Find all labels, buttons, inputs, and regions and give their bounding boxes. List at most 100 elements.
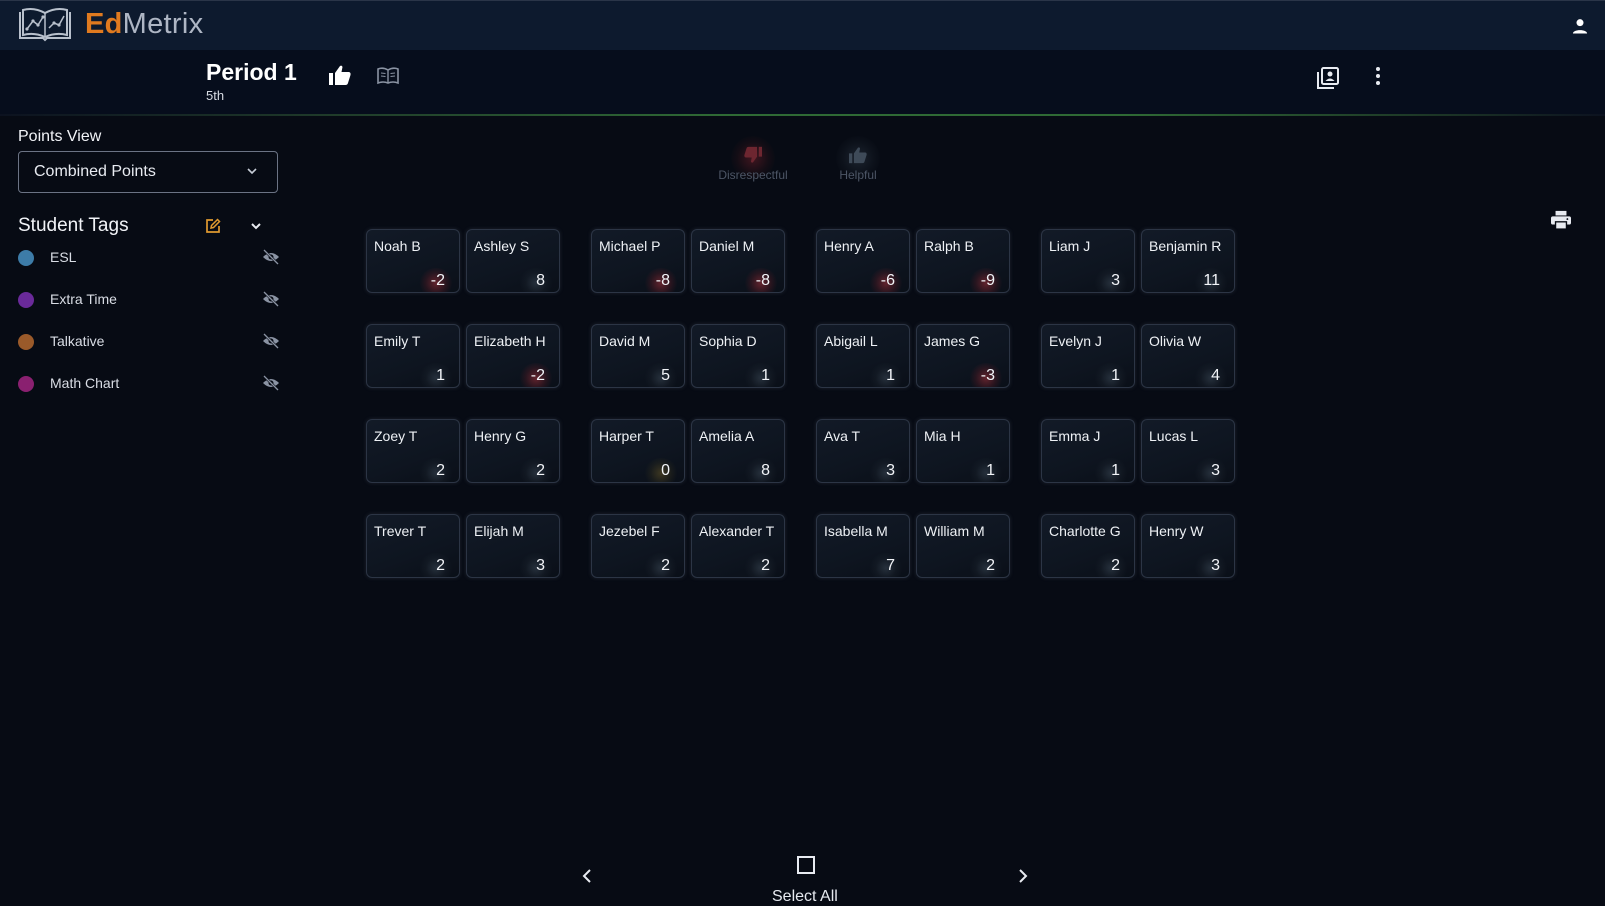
student-name: Henry W <box>1149 523 1204 539</box>
student-card[interactable]: Harper T 0 <box>591 419 685 483</box>
student-name: Henry A <box>824 238 874 254</box>
student-card[interactable]: Ava T 3 <box>816 419 910 483</box>
student-points: 8 <box>761 462 770 479</box>
student-points: 4 <box>1211 367 1220 384</box>
student-card[interactable]: Alexander T 2 <box>691 514 785 578</box>
tag-item-extra-time[interactable]: Extra Time <box>18 288 280 312</box>
student-card[interactable]: Liam J 3 <box>1041 229 1135 293</box>
student-card[interactable]: Daniel M -8 <box>691 229 785 293</box>
student-name: Emma J <box>1049 428 1101 444</box>
student-card[interactable]: William M 2 <box>916 514 1010 578</box>
page-subtitle: 5th <box>206 88 225 103</box>
edit-tags-icon[interactable] <box>205 218 221 239</box>
app-logo[interactable]: EdMetrix <box>17 6 203 42</box>
student-points: -8 <box>655 272 670 289</box>
student-card[interactable]: Abigail L 1 <box>816 324 910 388</box>
student-card[interactable]: Olivia W 4 <box>1141 324 1235 388</box>
student-name: Evelyn J <box>1049 333 1102 349</box>
student-card[interactable]: Henry W 3 <box>1141 514 1235 578</box>
student-card[interactable]: Henry A -6 <box>816 229 910 293</box>
student-card[interactable]: Emma J 1 <box>1041 419 1135 483</box>
student-points: 3 <box>1211 462 1220 479</box>
class-header: Period 1 5th <box>0 50 1605 116</box>
disrespectful-button[interactable]: Disrespectful <box>713 134 793 188</box>
student-card[interactable]: David M 5 <box>591 324 685 388</box>
student-card[interactable]: Charlotte G 2 <box>1041 514 1135 578</box>
student-name: Ava T <box>824 428 861 444</box>
student-name: Trever T <box>374 523 427 539</box>
chevron-down-icon <box>247 168 257 175</box>
student-name: Olivia W <box>1149 333 1202 349</box>
brand-ed: Ed <box>85 7 123 40</box>
student-name: David M <box>599 333 651 349</box>
account-icon[interactable] <box>1570 16 1590 41</box>
student-card[interactable]: Mia H 1 <box>916 419 1010 483</box>
points-view-select[interactable]: Combined Points <box>18 151 278 193</box>
chevron-left-icon[interactable] <box>581 868 593 889</box>
student-card[interactable]: Zoey T 2 <box>366 419 460 483</box>
thumb-up-icon[interactable] <box>328 64 352 91</box>
student-name: James G <box>924 333 981 349</box>
eye-off-icon[interactable] <box>262 291 280 307</box>
student-card[interactable]: Isabella M 7 <box>816 514 910 578</box>
student-points: 2 <box>436 462 445 479</box>
student-card[interactable]: Benjamin R 11 <box>1141 229 1235 293</box>
tag-item-math-chart[interactable]: Math Chart <box>18 372 280 396</box>
print-icon[interactable] <box>1550 210 1572 235</box>
student-name: Elijah M <box>474 523 524 539</box>
student-card[interactable]: Sophia D 1 <box>691 324 785 388</box>
student-points: 1 <box>761 367 770 384</box>
student-card[interactable]: Ashley S 8 <box>466 229 560 293</box>
student-name: Noah B <box>374 238 421 254</box>
open-book-chart-icon <box>19 8 71 42</box>
gradebook-icon[interactable] <box>1316 66 1340 95</box>
select-all-checkbox[interactable] <box>796 855 816 880</box>
student-card[interactable]: Trever T 2 <box>366 514 460 578</box>
tag-color-dot <box>18 250 34 266</box>
student-points: 2 <box>1111 557 1120 574</box>
tag-color-dot <box>18 376 34 392</box>
student-points: 0 <box>661 462 670 479</box>
chevron-right-icon[interactable] <box>1017 868 1029 889</box>
student-card[interactable]: James G -3 <box>916 324 1010 388</box>
student-points: 2 <box>436 557 445 574</box>
student-card[interactable]: Amelia A 8 <box>691 419 785 483</box>
student-card[interactable]: Lucas L 3 <box>1141 419 1235 483</box>
student-name: Charlotte G <box>1049 523 1121 539</box>
student-card[interactable]: Noah B -2 <box>366 229 460 293</box>
eye-off-icon[interactable] <box>262 375 280 391</box>
student-card[interactable]: Elijah M 3 <box>466 514 560 578</box>
student-card[interactable]: Ralph B -9 <box>916 229 1010 293</box>
student-card[interactable]: Evelyn J 1 <box>1041 324 1135 388</box>
chevron-down-icon[interactable] <box>248 218 264 239</box>
student-name: Henry G <box>474 428 527 444</box>
student-name: Emily T <box>374 333 421 349</box>
student-points: 1 <box>1111 367 1120 384</box>
thumb-up-icon <box>849 147 867 164</box>
student-points: 2 <box>661 557 670 574</box>
more-vert-icon[interactable] <box>1375 66 1381 91</box>
student-card[interactable]: Elizabeth H -2 <box>466 324 560 388</box>
student-points: -9 <box>980 272 995 289</box>
student-name: Jezebel F <box>599 523 660 539</box>
top-app-bar: EdMetrix <box>0 0 1605 50</box>
eye-off-icon[interactable] <box>262 333 280 349</box>
select-all-label[interactable]: Select All <box>772 888 838 906</box>
student-points: 7 <box>886 557 895 574</box>
student-name: Elizabeth H <box>474 333 546 349</box>
book-icon[interactable] <box>376 67 400 90</box>
student-card[interactable]: Michael P -8 <box>591 229 685 293</box>
tag-item-esl[interactable]: ESL <box>18 246 280 270</box>
eye-off-icon[interactable] <box>262 249 280 265</box>
student-points: 8 <box>536 272 545 289</box>
tag-item-talkative[interactable]: Talkative <box>18 330 280 354</box>
student-name: Mia H <box>924 428 961 444</box>
points-view-label: Points View <box>18 128 102 145</box>
student-card[interactable]: Henry G 2 <box>466 419 560 483</box>
student-name: Lucas L <box>1149 428 1199 444</box>
tag-label: Math Chart <box>50 375 120 391</box>
helpful-button[interactable]: Helpful <box>818 134 898 188</box>
student-card[interactable]: Emily T 1 <box>366 324 460 388</box>
student-card[interactable]: Jezebel F 2 <box>591 514 685 578</box>
student-name: Sophia D <box>699 333 757 349</box>
